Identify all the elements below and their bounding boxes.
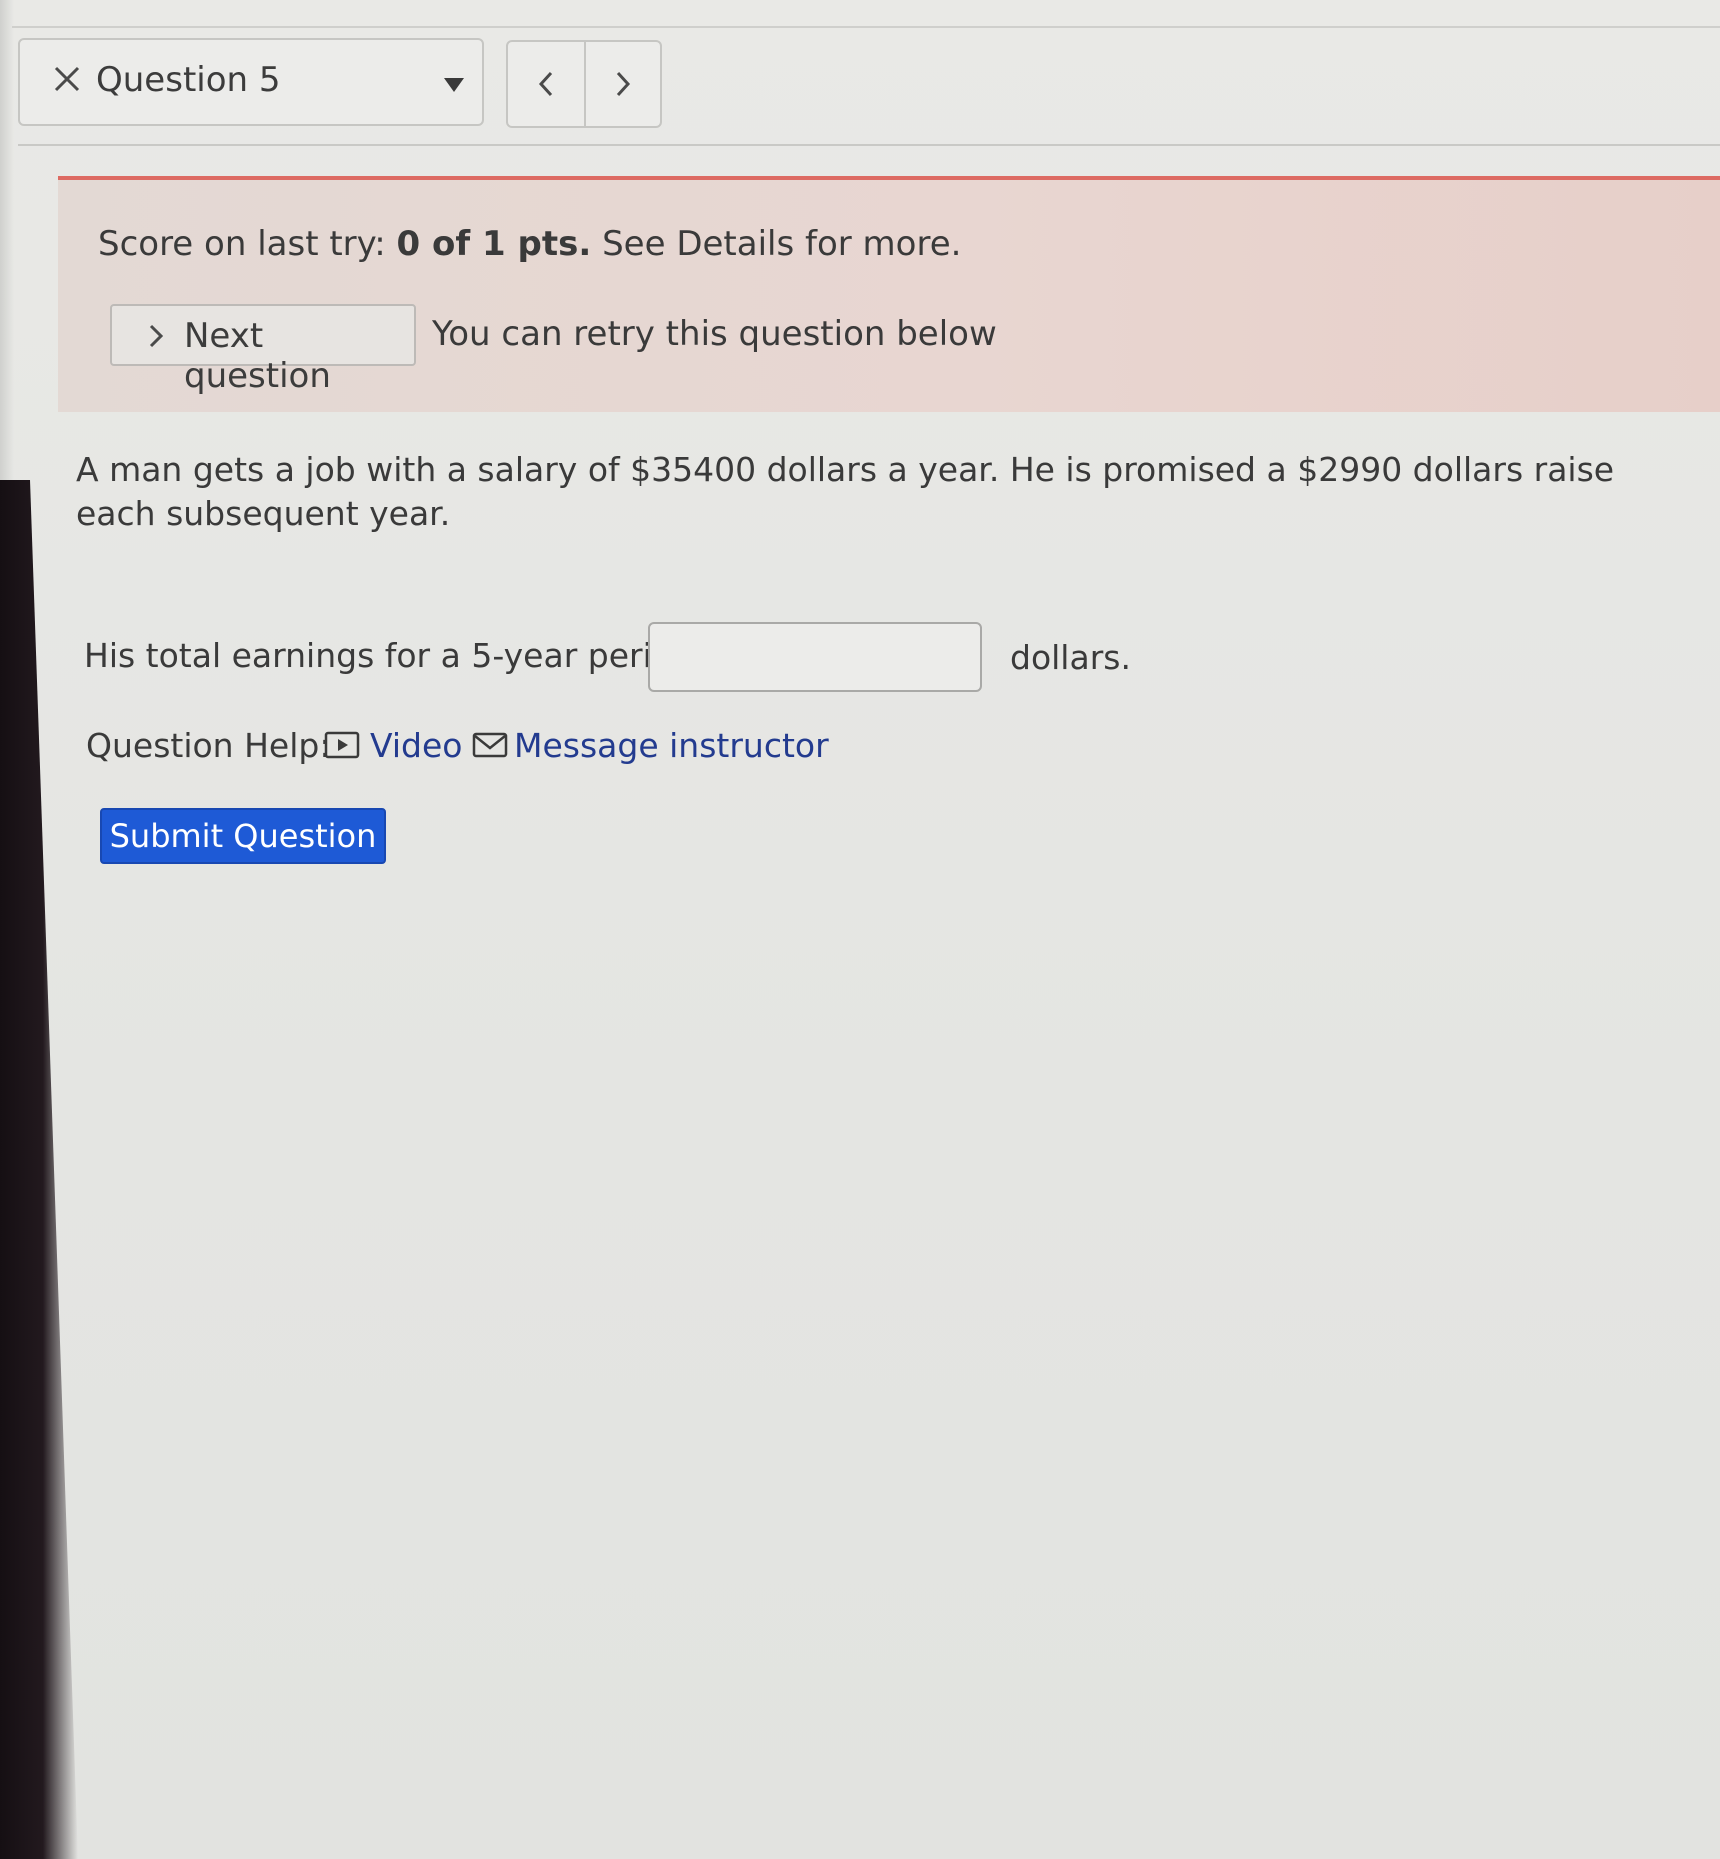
question-label: Question 5 [96, 60, 281, 100]
chevron-right-icon [149, 324, 164, 348]
close-icon[interactable] [52, 64, 82, 94]
score-summary: Score on last try: 0 of 1 pts. See Detai… [98, 224, 961, 264]
question-selector[interactable]: Question 5 [18, 38, 484, 126]
caret-down-icon [444, 78, 464, 92]
video-link[interactable]: Video [370, 726, 462, 765]
previous-question-button[interactable] [508, 42, 584, 126]
mail-icon[interactable] [472, 730, 508, 760]
answer-input[interactable] [648, 622, 982, 692]
page: Question 5 Score on last try: 0 of 1 pts… [0, 0, 1720, 1859]
question-nav [506, 40, 662, 128]
score-suffix: See Details for more. [591, 224, 962, 264]
screen-edge-shadow [0, 0, 14, 480]
answer-suffix: dollars. [1010, 638, 1131, 677]
top-divider [12, 26, 1720, 28]
question-help: Question Help: Video Message instructor [86, 722, 986, 772]
next-question-button[interactable]: Next question [110, 304, 416, 396]
answer-prefix: His total earnings for a 5-year period i… [84, 636, 730, 675]
retry-message: You can retry this question below [432, 314, 997, 354]
next-question-label: Next question [184, 316, 331, 396]
submit-question-button[interactable]: Submit Question [100, 808, 386, 864]
score-value: 0 of 1 pts. [396, 224, 592, 264]
score-banner: Score on last try: 0 of 1 pts. See Detai… [58, 176, 1720, 412]
chevron-right-icon [616, 71, 631, 97]
video-icon[interactable] [324, 730, 360, 760]
chevron-left-icon [538, 71, 553, 97]
question-help-label: Question Help: [86, 726, 331, 765]
score-prefix: Score on last try: [98, 224, 397, 264]
header-divider [18, 144, 1720, 146]
question-text: A man gets a job with a salary of $35400… [76, 450, 1615, 533]
answer-row: His total earnings for a 5-year period i… [84, 622, 1184, 694]
message-instructor-link[interactable]: Message instructor [514, 726, 829, 765]
next-question-arrow-button[interactable] [583, 42, 660, 126]
